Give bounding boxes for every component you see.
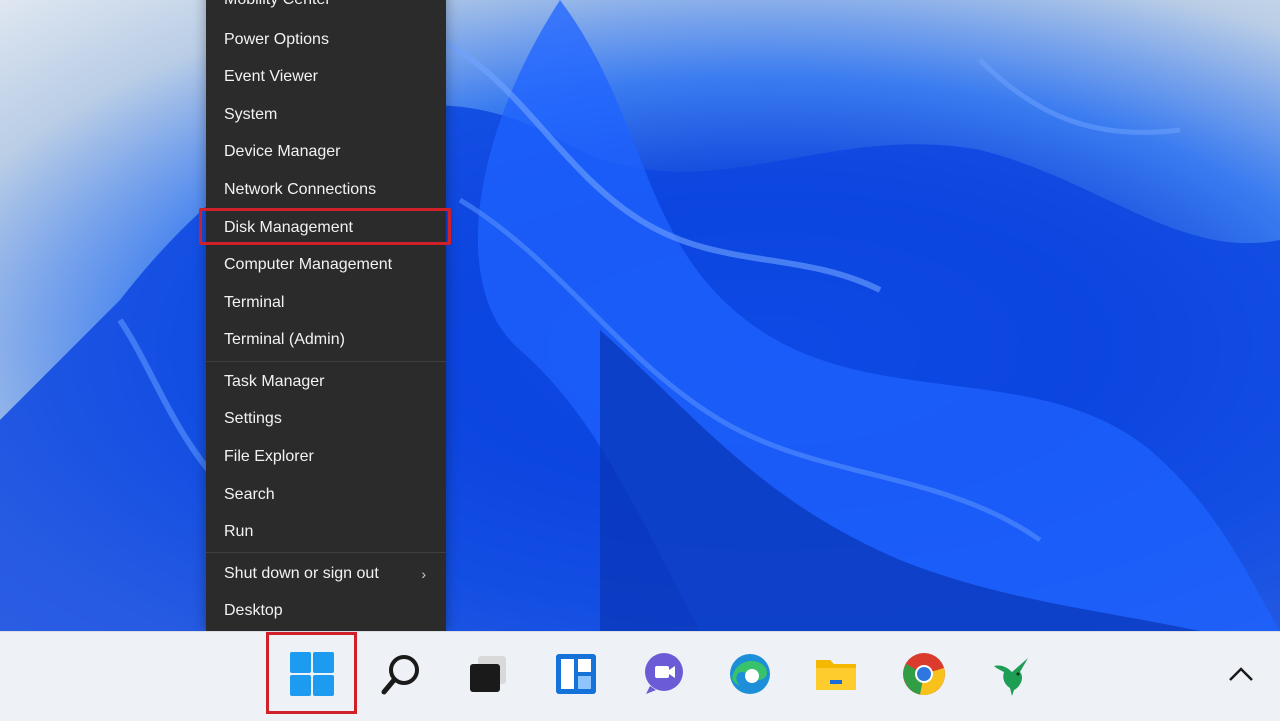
menu-item-computer-management[interactable]: Computer Management — [206, 247, 446, 283]
menu-item-network-connections[interactable]: Network Connections — [206, 172, 446, 208]
menu-separator — [206, 552, 446, 553]
menu-item-file-explorer[interactable]: File Explorer — [206, 439, 446, 475]
menu-item-desktop[interactable]: Desktop — [206, 593, 446, 629]
menu-item-task-manager[interactable]: Task Manager — [206, 364, 446, 400]
disk-management-highlight-box — [199, 208, 451, 245]
menu-item-terminal-admin[interactable]: Terminal (Admin) — [206, 322, 446, 358]
chevron-up-icon[interactable] — [1226, 660, 1256, 690]
chevron-right-icon: › — [421, 566, 426, 582]
menu-item-system[interactable]: System — [206, 97, 446, 133]
menu-item-shut-down-or-sign-out[interactable]: Shut down or sign out › — [206, 556, 446, 592]
teams-chat-icon[interactable] — [636, 646, 692, 702]
menu-item-event-viewer[interactable]: Event Viewer — [206, 59, 446, 95]
windows-start-icon[interactable] — [284, 646, 340, 702]
search-icon[interactable] — [372, 646, 428, 702]
menu-separator — [206, 361, 446, 362]
desktop-wallpaper — [0, 0, 1280, 631]
menu-item-mobility-center[interactable]: Mobility Center — [206, 0, 446, 18]
menu-item-settings[interactable]: Settings — [206, 401, 446, 437]
menu-item-search[interactable]: Search — [206, 477, 446, 513]
menu-item-run[interactable]: Run — [206, 514, 446, 550]
menu-item-terminal[interactable]: Terminal — [206, 285, 446, 321]
chrome-icon[interactable] — [896, 646, 952, 702]
edge-icon[interactable] — [722, 646, 778, 702]
task-view-icon[interactable] — [460, 646, 516, 702]
menu-item-power-options[interactable]: Power Options — [206, 22, 446, 58]
hummingbird-app-icon[interactable] — [984, 646, 1040, 702]
winx-context-menu: Mobility Center Power Options Event View… — [206, 0, 446, 631]
file-explorer-icon[interactable] — [808, 646, 864, 702]
menu-item-label: Shut down or sign out — [224, 565, 379, 582]
widgets-icon[interactable] — [548, 646, 604, 702]
menu-item-device-manager[interactable]: Device Manager — [206, 134, 446, 170]
